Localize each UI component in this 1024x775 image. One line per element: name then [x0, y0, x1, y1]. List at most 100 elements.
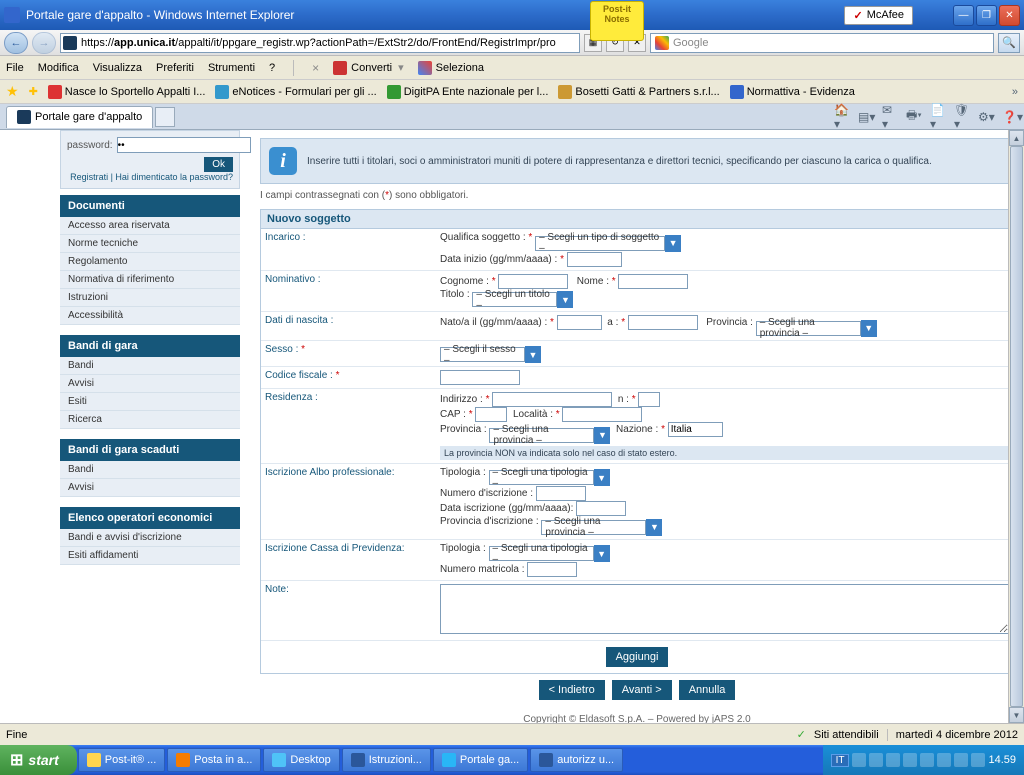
taskbar-item[interactable]: Istruzioni... — [342, 748, 431, 772]
tray-icon[interactable] — [937, 753, 951, 767]
tray-icon[interactable] — [954, 753, 968, 767]
localita-input[interactable] — [562, 407, 642, 422]
sidebar-item[interactable]: Accessibilità — [60, 307, 240, 325]
safety-icon[interactable]: 🛡▾ — [954, 109, 970, 125]
tray-icon[interactable] — [920, 753, 934, 767]
more-bookmarks-icon[interactable]: » — [1012, 86, 1018, 98]
bookmark-item[interactable]: Normattiva - Evidenza — [730, 85, 855, 99]
close-button[interactable]: ✕ — [999, 5, 1020, 26]
login-ok-button[interactable]: Ok — [204, 157, 233, 172]
page-icon[interactable]: 📄▾ — [930, 109, 946, 125]
menu-help[interactable]: ? — [269, 62, 275, 74]
sidebar-item[interactable]: Esiti affidamenti — [60, 547, 240, 565]
tools-icon[interactable]: ⚙▾ — [978, 109, 994, 125]
help-icon[interactable]: ❓▾ — [1002, 109, 1018, 125]
login-links[interactable]: Registrati | Hai dimenticato la password… — [67, 172, 233, 182]
taskbar-item[interactable]: Post-it® ... — [78, 748, 166, 772]
password-input[interactable] — [117, 137, 251, 153]
language-indicator[interactable]: IT — [831, 754, 850, 767]
num-iscrizione-input[interactable] — [536, 486, 586, 501]
sidebar-item[interactable]: Regolamento — [60, 253, 240, 271]
tipologia-albo-select[interactable]: – Scegli una tipologia –▼ — [489, 469, 610, 486]
provincia-res-select[interactable]: – Scegli una provincia –▼ — [489, 427, 610, 444]
scroll-down-icon[interactable]: ▼ — [1009, 707, 1024, 723]
avanti-button[interactable]: Avanti > — [612, 680, 672, 700]
tray-icon[interactable] — [852, 753, 866, 767]
seleziona-button[interactable]: Seleziona — [418, 61, 484, 75]
mail-icon[interactable]: ✉▾ — [882, 109, 898, 125]
sesso-select[interactable]: – Scegli il sesso –▼ — [440, 346, 541, 363]
tray-icon[interactable] — [869, 753, 883, 767]
tray-icon[interactable] — [903, 753, 917, 767]
menu-preferiti[interactable]: Preferiti — [156, 62, 194, 74]
maximize-button[interactable]: ❐ — [976, 5, 997, 26]
minimize-button[interactable]: — — [953, 5, 974, 26]
new-tab-button[interactable] — [155, 107, 175, 127]
menu-visualizza[interactable]: Visualizza — [93, 62, 142, 74]
sidebar-item[interactable]: Avvisi — [60, 375, 240, 393]
sidebar-item[interactable]: Avvisi — [60, 479, 240, 497]
luogo-nascita-input[interactable] — [628, 315, 698, 330]
tipologia-cassa-select[interactable]: – Scegli una tipologia –▼ — [489, 545, 610, 562]
feed-icon[interactable]: ▤▾ — [858, 109, 874, 125]
browser-tab[interactable]: Portale gare d'appalto — [6, 106, 153, 128]
menu-modifica[interactable]: Modifica — [38, 62, 79, 74]
search-box[interactable]: Google — [650, 33, 994, 53]
sidebar-item[interactable]: Ricerca — [60, 411, 240, 429]
nato-input[interactable] — [557, 315, 602, 330]
nome-input[interactable] — [618, 274, 688, 289]
close-toolbar-icon[interactable]: × — [312, 61, 319, 75]
taskbar-item[interactable]: autorizz u... — [530, 748, 623, 772]
tray-icon[interactable] — [886, 753, 900, 767]
bookmark-item[interactable]: eNotices - Formulari per gli ... — [215, 85, 376, 99]
scroll-thumb[interactable] — [1010, 146, 1023, 707]
sidebar-item[interactable]: Esiti — [60, 393, 240, 411]
sidebar-item[interactable]: Norme tecniche — [60, 235, 240, 253]
cap-input[interactable] — [475, 407, 507, 422]
favorites-star-icon[interactable]: ★ — [6, 83, 19, 100]
qualifica-select[interactable]: – Scegli un tipo di soggetto –▼ — [535, 235, 681, 252]
taskbar-item[interactable]: Desktop — [263, 748, 339, 772]
bookmark-item[interactable]: DigitPA Ente nazionale per l... — [387, 85, 549, 99]
titolo-select[interactable]: – Scegli un titolo –▼ — [472, 291, 573, 308]
search-button[interactable]: 🔍 — [998, 33, 1020, 53]
forward-button[interactable]: → — [32, 32, 56, 54]
menu-strumenti[interactable]: Strumenti — [208, 62, 255, 74]
converti-button[interactable]: Converti▾ — [333, 61, 404, 75]
nazione-input[interactable] — [668, 422, 723, 437]
home-icon[interactable]: 🏠▾ — [834, 109, 850, 125]
taskbar-item[interactable]: Portale ga... — [433, 748, 528, 772]
postit-widget[interactable]: Post-it Notes — [590, 1, 644, 41]
sidebar-item[interactable]: Bandi e avvisi d'iscrizione — [60, 529, 240, 547]
taskbar-item[interactable]: Posta in a... — [167, 748, 261, 772]
back-button[interactable]: ← — [4, 32, 28, 54]
civico-input[interactable] — [638, 392, 660, 407]
codice-fiscale-input[interactable] — [440, 370, 520, 385]
aggiungi-button[interactable]: Aggiungi — [606, 647, 669, 667]
cognome-input[interactable] — [498, 274, 568, 289]
add-favorite-icon[interactable]: ✚ — [29, 85, 38, 98]
indirizzo-input[interactable] — [492, 392, 612, 407]
bookmark-item[interactable]: Bosetti Gatti & Partners s.r.l... — [558, 85, 719, 99]
indietro-button[interactable]: < Indietro — [539, 680, 605, 700]
print-icon[interactable]: 🖶▾ — [906, 109, 922, 125]
sidebar-item[interactable]: Normativa di riferimento — [60, 271, 240, 289]
note-textarea[interactable] — [440, 584, 1009, 634]
annulla-button[interactable]: Annulla — [679, 680, 736, 700]
sidebar-item[interactable]: Istruzioni — [60, 289, 240, 307]
provincia-iscr-select[interactable]: – Scegli una provincia –▼ — [541, 519, 662, 536]
sidebar-item[interactable]: Bandi — [60, 461, 240, 479]
sidebar-item[interactable]: Bandi — [60, 357, 240, 375]
tray-icon[interactable] — [971, 753, 985, 767]
num-matricola-input[interactable] — [527, 562, 577, 577]
bookmark-item[interactable]: Nasce lo Sportello Appalti I... — [48, 85, 206, 99]
data-inizio-input[interactable] — [567, 252, 622, 267]
data-iscrizione-input[interactable] — [576, 501, 626, 516]
start-button[interactable]: start — [0, 745, 77, 775]
url-input[interactable]: https://app.unica.it/appalti/it/ppgare_r… — [60, 33, 580, 53]
menu-file[interactable]: File — [6, 62, 24, 74]
sidebar-item[interactable]: Accesso area riservata — [60, 217, 240, 235]
provincia-nascita-select[interactable]: – Scegli una provincia –▼ — [756, 320, 877, 337]
vertical-scrollbar[interactable]: ▲ ▼ — [1008, 130, 1024, 723]
scroll-up-icon[interactable]: ▲ — [1009, 130, 1024, 146]
